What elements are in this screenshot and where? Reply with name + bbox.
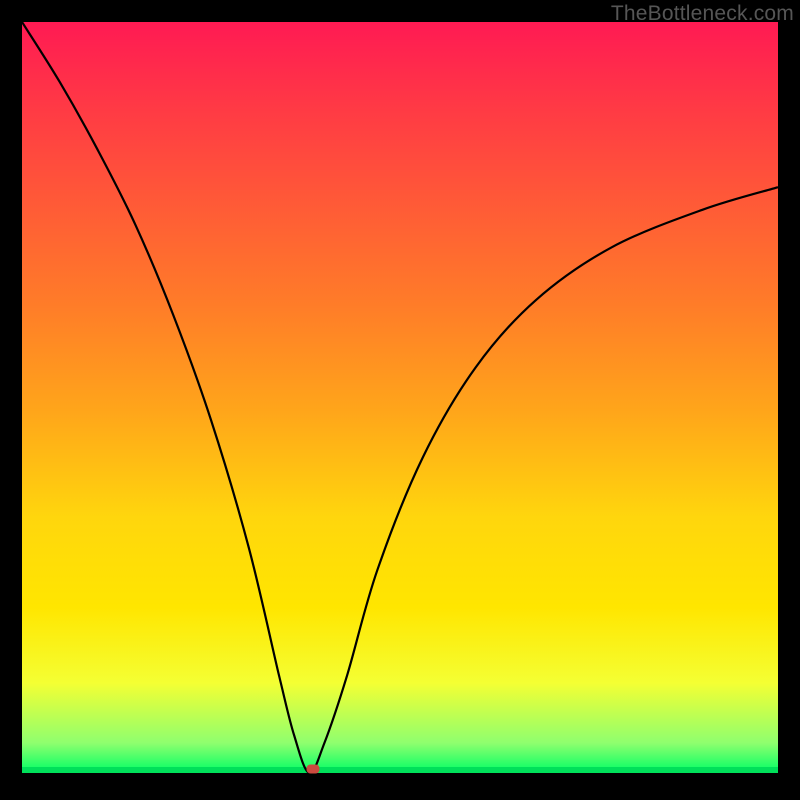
bottleneck-curve: [22, 22, 778, 778]
optimal-marker: [307, 765, 320, 774]
chart-frame: [22, 22, 778, 778]
watermark-text: TheBottleneck.com: [611, 2, 794, 26]
